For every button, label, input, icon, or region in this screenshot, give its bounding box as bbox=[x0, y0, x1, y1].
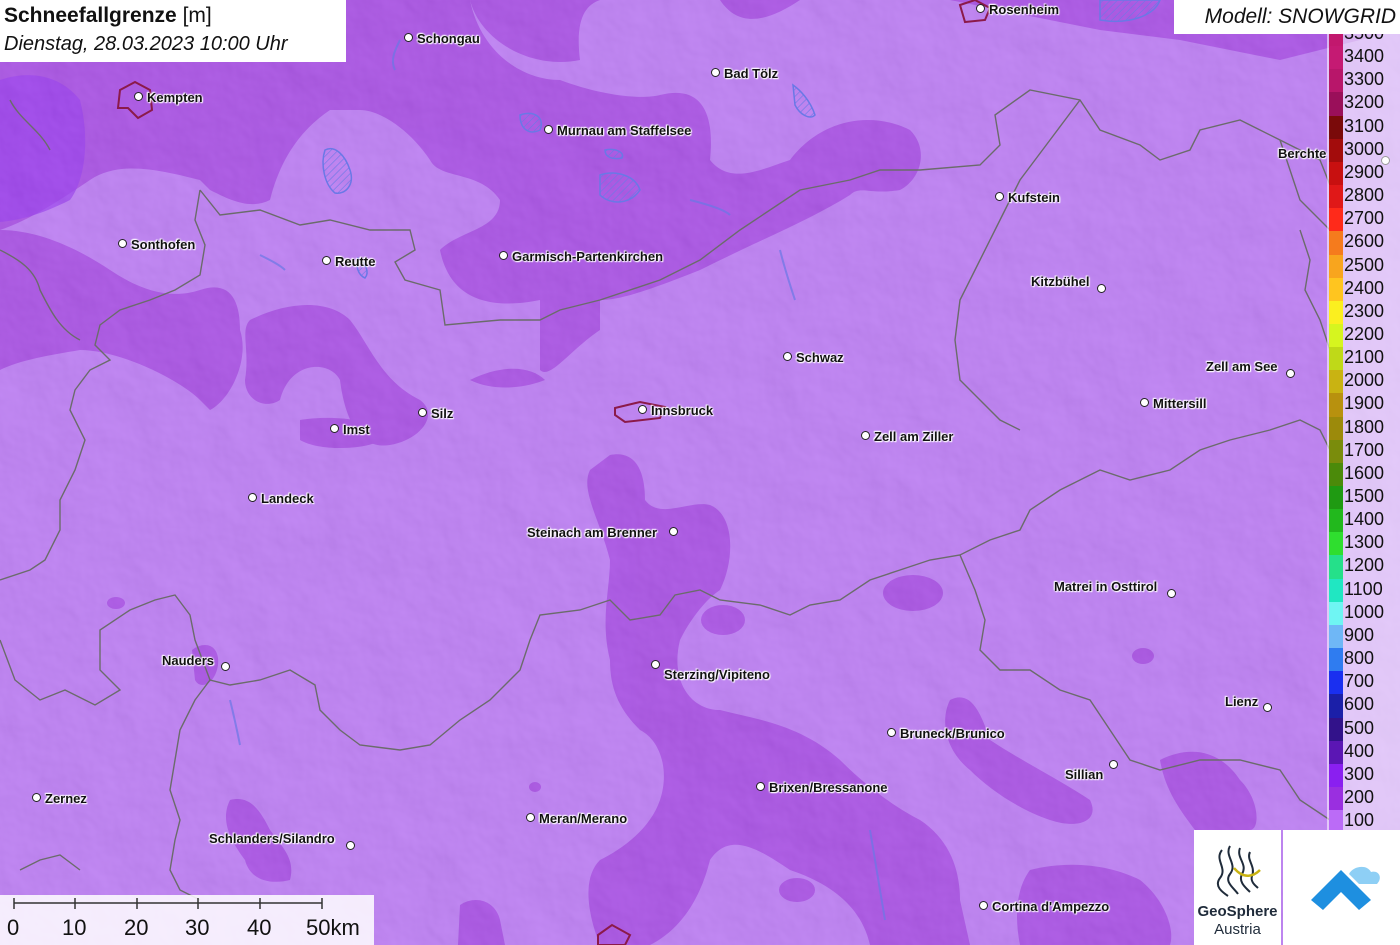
legend-swatch-3000 bbox=[1329, 138, 1343, 163]
snowgrid-app-icon[interactable] bbox=[1283, 830, 1400, 945]
legend-swatch-1900 bbox=[1329, 393, 1343, 418]
legend-swatch-200 bbox=[1329, 786, 1343, 811]
scale-label-40: 40 bbox=[247, 915, 272, 940]
legend-swatch-800 bbox=[1329, 648, 1343, 672]
legend-swatch-2400 bbox=[1329, 277, 1343, 302]
legend-swatch-3200 bbox=[1329, 92, 1343, 117]
legend-label-1000: 1000 bbox=[1344, 601, 1385, 622]
legend-label-2300: 2300 bbox=[1344, 300, 1385, 321]
legend-swatch-2000 bbox=[1329, 370, 1343, 394]
legend-label-1800: 1800 bbox=[1344, 416, 1385, 437]
legend-swatch-2500 bbox=[1329, 254, 1343, 279]
city-label-schlanders[interactable]: Schlanders/Silandro bbox=[209, 831, 335, 846]
legend-label-1600: 1600 bbox=[1344, 462, 1385, 483]
scale-label-10: 10 bbox=[62, 915, 87, 940]
legend-swatch-1200 bbox=[1329, 555, 1343, 580]
legend-label-1100: 1100 bbox=[1344, 578, 1383, 599]
legend-label-2500: 2500 bbox=[1344, 254, 1385, 275]
legend-label-3200: 3200 bbox=[1344, 92, 1385, 113]
legend-swatch-1000 bbox=[1329, 601, 1343, 626]
legend-swatch-1300 bbox=[1329, 532, 1343, 556]
legend-swatch-2700 bbox=[1329, 208, 1343, 232]
geosphere-emblem-icon bbox=[1216, 845, 1261, 897]
legend-label-3400: 3400 bbox=[1344, 46, 1385, 67]
legend-swatch-2600 bbox=[1329, 231, 1343, 255]
legend-swatch-3400 bbox=[1329, 46, 1343, 70]
map-title-main: Schneefallgrenze bbox=[4, 4, 177, 27]
legend-label-2000: 2000 bbox=[1344, 370, 1385, 391]
model-panel: Modell: SNOWGRID bbox=[1174, 0, 1400, 34]
legend-swatch-1400 bbox=[1329, 509, 1343, 533]
legend-swatch-900 bbox=[1329, 624, 1343, 649]
legend-swatch-1100 bbox=[1329, 578, 1343, 603]
scale-label-50km: 50km bbox=[306, 915, 360, 940]
legend-label-2200: 2200 bbox=[1344, 323, 1385, 344]
legend-swatch-1700 bbox=[1329, 439, 1343, 464]
legend-swatch-300 bbox=[1329, 763, 1343, 788]
legend-label-200: 200 bbox=[1344, 786, 1375, 807]
city-label-cortina[interactable]: Cortina d'Ampezzo bbox=[992, 899, 1109, 914]
legend-label-3300: 3300 bbox=[1344, 69, 1385, 90]
legend-swatch-600 bbox=[1329, 694, 1343, 718]
legend-label-1900: 1900 bbox=[1344, 393, 1385, 414]
legend-label-500: 500 bbox=[1344, 717, 1375, 738]
legend-swatch-2200 bbox=[1329, 323, 1343, 348]
legend-swatch-2100 bbox=[1329, 347, 1343, 371]
legend-swatch-1500 bbox=[1329, 486, 1343, 510]
city-dot-schlanders[interactable] bbox=[346, 841, 355, 850]
legend-label-1300: 1300 bbox=[1344, 532, 1385, 553]
city-dot-rosenheim[interactable] bbox=[976, 4, 985, 13]
map-title-unit: [m] bbox=[182, 4, 212, 27]
legend-swatch-1600 bbox=[1329, 462, 1343, 487]
legend-swatch-500 bbox=[1329, 717, 1343, 742]
scale-label-20: 20 bbox=[124, 915, 149, 940]
legend-label-1500: 1500 bbox=[1344, 486, 1385, 506]
legend-swatch-1800 bbox=[1329, 416, 1343, 441]
legend-label-700: 700 bbox=[1344, 671, 1375, 692]
legend-label-1400: 1400 bbox=[1344, 509, 1385, 530]
legend-label-3100: 3100 bbox=[1344, 115, 1385, 136]
city-dot-cortina[interactable] bbox=[979, 901, 988, 910]
color-legend: 3500340033003200310030002900280027002600… bbox=[0, 34, 1400, 832]
legend-label-2800: 2800 bbox=[1344, 185, 1385, 206]
legend-swatch-700 bbox=[1329, 671, 1343, 695]
legend-label-800: 800 bbox=[1344, 648, 1375, 669]
legend-label-2100: 2100 bbox=[1344, 347, 1385, 368]
legend-label-1700: 1700 bbox=[1344, 439, 1385, 460]
legend-label-1200: 1200 bbox=[1344, 555, 1385, 576]
legend-swatch-2900 bbox=[1329, 161, 1343, 186]
legend-label-300: 300 bbox=[1344, 763, 1375, 784]
geosphere-logo-text: GeoSphere bbox=[1197, 903, 1278, 920]
legend-label-2700: 2700 bbox=[1344, 208, 1385, 229]
legend-label-600: 600 bbox=[1344, 694, 1375, 715]
legend-swatch-2800 bbox=[1329, 185, 1343, 209]
scale-label-30: 30 bbox=[185, 915, 210, 940]
legend-swatch-3100 bbox=[1329, 115, 1343, 140]
snow-roof-icon bbox=[1311, 866, 1380, 910]
legend-label-2900: 2900 bbox=[1344, 161, 1385, 182]
map-view[interactable]: Schneefallgrenze [m] Dienstag, 28.03.202… bbox=[0, 0, 1400, 945]
city-label-rosenheim[interactable]: Rosenheim bbox=[989, 2, 1059, 17]
legend-label-400: 400 bbox=[1344, 740, 1375, 761]
map-title: Schneefallgrenze [m] bbox=[4, 4, 212, 28]
legend-label-900: 900 bbox=[1344, 624, 1375, 645]
model-label: Modell: SNOWGRID bbox=[1204, 5, 1396, 28]
scale-label-0: 0 bbox=[7, 915, 20, 940]
legend-label-2600: 2600 bbox=[1344, 231, 1385, 252]
legend-label-3000: 3000 bbox=[1344, 138, 1385, 159]
legend-label-2400: 2400 bbox=[1344, 277, 1385, 298]
geosphere-logo-subtext: Austria bbox=[1214, 921, 1261, 938]
legend-swatch-3300 bbox=[1329, 69, 1343, 93]
legend-label-100: 100 bbox=[1344, 810, 1375, 831]
legend-swatch-2300 bbox=[1329, 300, 1343, 325]
legend-swatch-400 bbox=[1329, 740, 1343, 765]
